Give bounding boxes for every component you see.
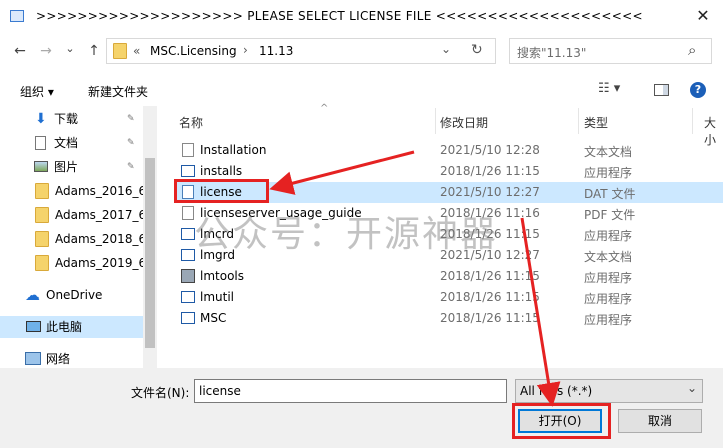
annotation-arrows bbox=[269, 150, 561, 407]
annotation-arrow-to-license bbox=[269, 150, 415, 195]
annotation-arrow-to-open bbox=[520, 217, 561, 407]
